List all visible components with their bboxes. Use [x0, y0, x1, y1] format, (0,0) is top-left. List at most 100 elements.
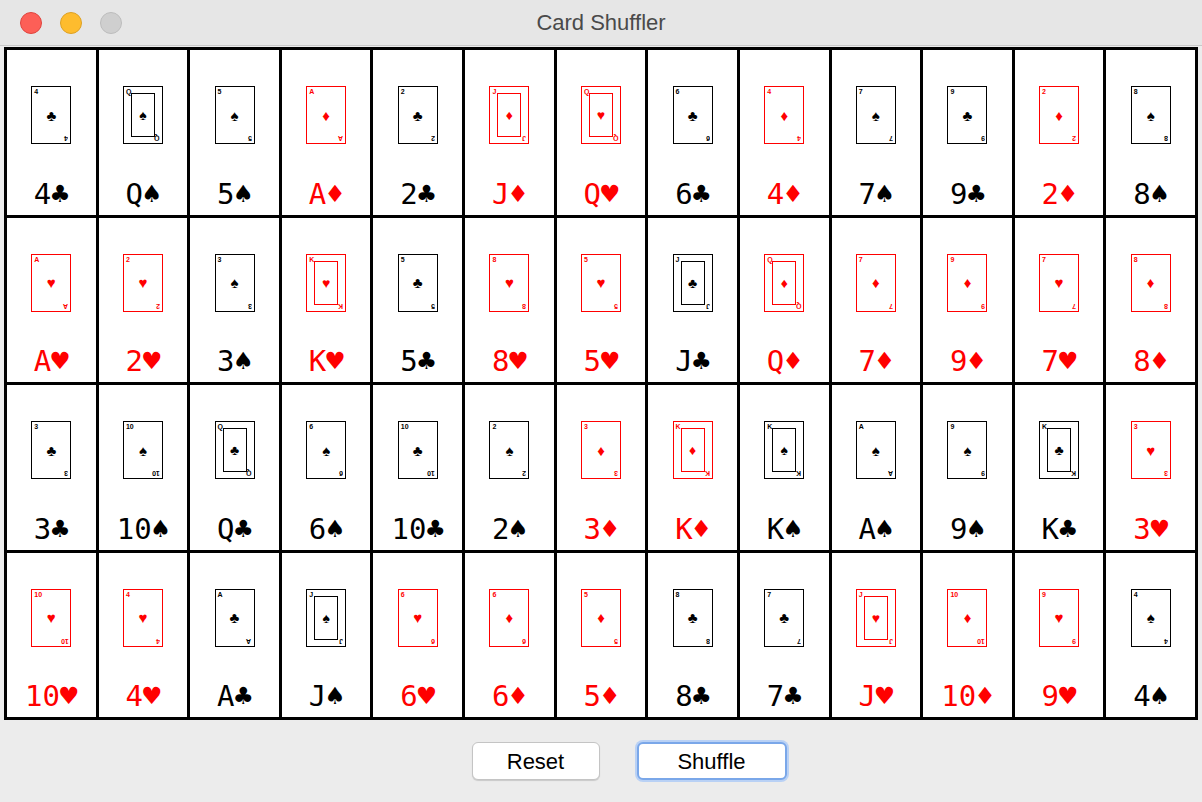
card-image: J♥J	[856, 589, 896, 647]
card-cell: 6♥66♥	[373, 553, 462, 718]
card-image: 10♦10	[947, 589, 987, 647]
suit-icon: ♣	[688, 108, 698, 123]
card-corner-rank: A	[888, 470, 893, 477]
card-cell: 4♣44♣	[7, 50, 96, 215]
card-image: K♠K	[764, 421, 804, 479]
card-cell: 10♠1010♠	[99, 385, 188, 550]
card-cell: Q♥QQ♥	[557, 50, 646, 215]
card-label: 7♠	[858, 180, 893, 215]
card-cell: A♠AA♠	[832, 385, 921, 550]
suit-icon: ♥	[1055, 610, 1064, 625]
card-corner-rank: 6	[309, 423, 313, 430]
card-corner-rank: A	[63, 303, 68, 310]
card-label: J♥	[858, 682, 893, 717]
card-label: 5♦	[584, 682, 619, 717]
face-picture: ♦	[772, 261, 796, 305]
card-corner-rank: Q	[154, 135, 159, 142]
card-corner-rank: 2	[1072, 135, 1076, 142]
suit-icon: ♦	[872, 275, 880, 290]
card-image: 9♣9	[947, 86, 987, 144]
card-cell: J♠JJ♠	[282, 553, 371, 718]
minimize-button[interactable]	[60, 12, 82, 34]
card-image: 9♦9	[947, 254, 987, 312]
card-image: 3♦3	[581, 421, 621, 479]
card-corner-rank: 7	[859, 256, 863, 263]
card-image: 7♠7	[856, 86, 896, 144]
card-corner-rank: 4	[156, 638, 160, 645]
face-picture: ♣	[223, 428, 247, 472]
card-cell: K♣KK♣	[1015, 385, 1104, 550]
suit-icon: ♦	[322, 108, 330, 123]
card-corner-rank: A	[218, 591, 223, 598]
suit-icon: ♣	[688, 610, 698, 625]
card-image: 7♥7	[1039, 254, 1079, 312]
card-label: 6♥	[400, 682, 435, 717]
suit-icon: ♥	[597, 108, 605, 122]
face-picture: ♠	[772, 428, 796, 472]
card-label: 2♦	[1042, 180, 1077, 215]
card-image: 5♣5	[398, 254, 438, 312]
title-bar: Card Shuffler	[0, 0, 1202, 46]
card-corner-rank: 4	[797, 135, 801, 142]
card-corner-rank: 10	[427, 470, 435, 477]
card-corner-rank: 5	[431, 303, 435, 310]
card-corner-rank: 8	[676, 591, 680, 598]
card-label: 8♠	[1133, 180, 1168, 215]
card-corner-rank: 2	[431, 135, 435, 142]
card-cell: 4♥44♥	[99, 553, 188, 718]
card-corner-rank: 10	[61, 638, 69, 645]
card-cell: 5♥55♥	[557, 218, 646, 383]
card-corner-rank: 5	[614, 303, 618, 310]
suit-icon: ♠	[963, 443, 971, 458]
card-cell: 5♠55♠	[190, 50, 279, 215]
suit-icon: ♠	[872, 443, 880, 458]
card-label: 7♥	[1042, 347, 1077, 382]
card-image: 4♣4	[31, 86, 71, 144]
card-corner-rank: 7	[889, 303, 893, 310]
shuffle-button[interactable]: Shuffle	[637, 742, 787, 780]
card-corner-rank: 2	[156, 303, 160, 310]
card-corner-rank: A	[246, 638, 251, 645]
suit-icon: ♦	[597, 443, 605, 458]
card-image: 2♠2	[489, 421, 529, 479]
card-corner-rank: 3	[34, 423, 38, 430]
suit-icon: ♥	[47, 275, 56, 290]
card-corner-rank: K	[705, 470, 710, 477]
card-corner-rank: 4	[64, 135, 68, 142]
reset-button[interactable]: Reset	[472, 742, 600, 780]
card-cell: K♦KK♦	[648, 385, 737, 550]
card-corner-rank: 8	[522, 303, 526, 310]
suit-icon: ♦	[964, 275, 972, 290]
card-cell: 9♠99♠	[923, 385, 1012, 550]
card-corner-rank: 6	[431, 638, 435, 645]
card-corner-rank: 10	[152, 470, 160, 477]
card-corner-rank: 2	[126, 256, 130, 263]
card-corner-rank: 4	[767, 88, 771, 95]
card-image: 10♥10	[31, 589, 71, 647]
card-corner-rank: 3	[1164, 470, 1168, 477]
card-label: 3♣	[34, 515, 69, 550]
suit-icon: ♦	[689, 443, 696, 457]
suit-icon: ♠	[231, 275, 239, 290]
card-label: Q♣	[217, 515, 252, 550]
card-image: Q♣Q	[215, 421, 255, 479]
card-cell: 10♣1010♣	[373, 385, 462, 550]
close-button[interactable]	[20, 12, 42, 34]
card-corner-rank: 3	[218, 256, 222, 263]
card-label: 7♦	[858, 347, 893, 382]
card-cell: A♣AA♣	[190, 553, 279, 718]
card-label: Q♦	[767, 347, 802, 382]
card-corner-rank: 10	[401, 423, 409, 430]
suit-icon: ♥	[872, 611, 880, 625]
card-corner-rank: 7	[797, 638, 801, 645]
card-corner-rank: 8	[1134, 256, 1138, 263]
card-cell: K♠KK♠	[740, 385, 829, 550]
card-label: 6♦	[492, 682, 527, 717]
card-corner-rank: 2	[401, 88, 405, 95]
card-corner-rank: 6	[492, 591, 496, 598]
suit-icon: ♥	[47, 610, 56, 625]
card-cell: A♦AA♦	[282, 50, 371, 215]
suit-icon: ♣	[1054, 443, 1063, 457]
card-corner-rank: 3	[1134, 423, 1138, 430]
card-cell: 2♠22♠	[465, 385, 554, 550]
